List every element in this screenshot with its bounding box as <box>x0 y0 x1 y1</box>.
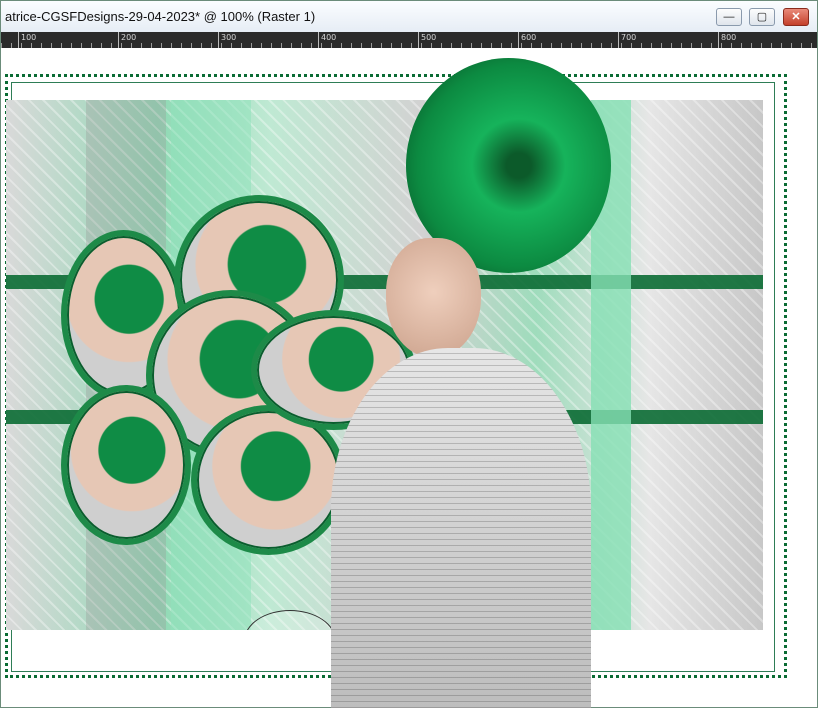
maximize-icon: ▢ <box>756 10 768 23</box>
minimize-icon: — <box>723 10 735 23</box>
ruler-label-700: 700 <box>621 33 637 42</box>
close-button[interactable]: ✕ <box>783 8 809 26</box>
ruler-label-200: 200 <box>121 33 137 42</box>
portrait-circle <box>61 385 191 545</box>
ruler-major-tick <box>18 32 19 48</box>
ruler-major-tick <box>718 32 719 48</box>
ruler-label-600: 600 <box>521 33 537 42</box>
window-title: atrice-CGSFDesigns-29-04-2023* @ 100% (R… <box>5 9 316 24</box>
image-window: atrice-CGSFDesigns-29-04-2023* @ 100% (R… <box>0 0 818 708</box>
woman-face <box>386 238 481 358</box>
ruler-major-tick <box>318 32 319 48</box>
maximize-button[interactable]: ▢ <box>749 8 775 26</box>
minimize-button[interactable]: — <box>716 8 742 26</box>
ruler-major-tick <box>118 32 119 48</box>
ruler-major-tick <box>518 32 519 48</box>
image-canvas[interactable]: claudia <box>1 48 817 708</box>
ruler-label-100: 100 <box>21 33 37 42</box>
ruler-major-tick <box>218 32 219 48</box>
ruler-label-500: 500 <box>421 33 437 42</box>
watermark-logo: claudia <box>244 610 336 630</box>
ruler-major-tick <box>618 32 619 48</box>
ruler-major-tick <box>418 32 419 48</box>
title-bar[interactable]: atrice-CGSFDesigns-29-04-2023* @ 100% (R… <box>1 1 817 33</box>
close-icon: ✕ <box>791 10 801 23</box>
ruler-label-300: 300 <box>221 33 237 42</box>
horizontal-ruler: 100 200 300 400 500 600 700 800 <box>1 32 817 48</box>
woman-body <box>331 348 591 708</box>
ruler-label-400: 400 <box>321 33 337 42</box>
ruler-label-800: 800 <box>721 33 737 42</box>
